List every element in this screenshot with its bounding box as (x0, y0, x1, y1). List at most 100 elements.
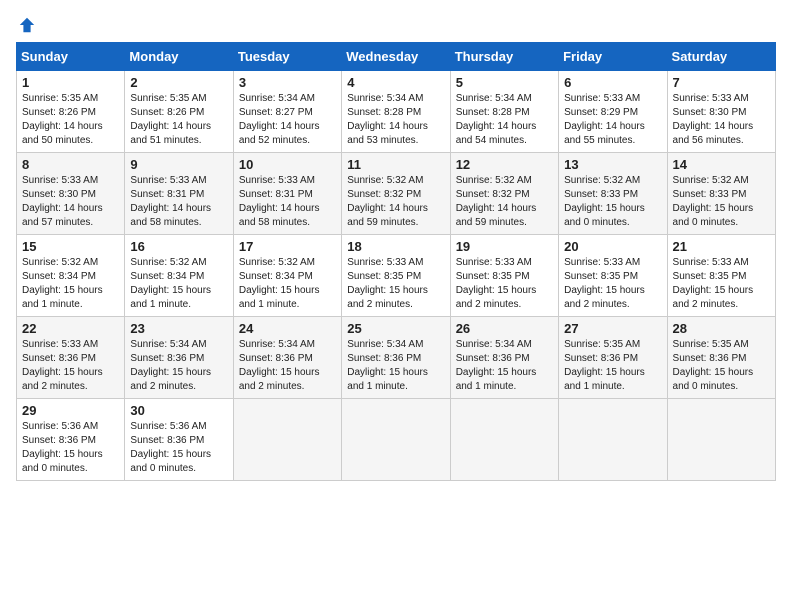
day-number: 28 (673, 321, 770, 336)
day-number: 12 (456, 157, 553, 172)
day-number: 29 (22, 403, 119, 418)
day-number: 11 (347, 157, 444, 172)
day-number: 18 (347, 239, 444, 254)
calendar-day-cell: 9 Sunrise: 5:33 AMSunset: 8:31 PMDaylight… (125, 153, 233, 235)
day-info: Sunrise: 5:34 AMSunset: 8:36 PMDaylight:… (347, 338, 444, 394)
day-number: 1 (22, 75, 119, 90)
logo-icon (18, 16, 36, 34)
day-info: Sunrise: 5:33 AMSunset: 8:35 PMDaylight:… (673, 256, 770, 312)
calendar-week-row: 8 Sunrise: 5:33 AMSunset: 8:30 PMDaylight… (17, 153, 776, 235)
day-number: 3 (239, 75, 336, 90)
calendar-day-cell (233, 399, 341, 481)
calendar-day-cell: 6 Sunrise: 5:33 AMSunset: 8:29 PMDaylight… (559, 71, 667, 153)
calendar-day-cell: 4 Sunrise: 5:34 AMSunset: 8:28 PMDaylight… (342, 71, 450, 153)
day-number: 24 (239, 321, 336, 336)
day-info: Sunrise: 5:32 AMSunset: 8:34 PMDaylight:… (22, 256, 119, 312)
day-number: 15 (22, 239, 119, 254)
calendar-day-cell: 12 Sunrise: 5:32 AMSunset: 8:32 PMDayligh… (450, 153, 558, 235)
calendar-day-cell (559, 399, 667, 481)
calendar-day-cell: 18 Sunrise: 5:33 AMSunset: 8:35 PMDayligh… (342, 235, 450, 317)
calendar-day-cell: 26 Sunrise: 5:34 AMSunset: 8:36 PMDayligh… (450, 317, 558, 399)
calendar-day-cell: 2 Sunrise: 5:35 AMSunset: 8:26 PMDaylight… (125, 71, 233, 153)
day-info: Sunrise: 5:35 AMSunset: 8:26 PMDaylight:… (22, 92, 119, 148)
calendar-day-cell (450, 399, 558, 481)
day-number: 26 (456, 321, 553, 336)
calendar-day-cell: 19 Sunrise: 5:33 AMSunset: 8:35 PMDayligh… (450, 235, 558, 317)
calendar-day-header: Saturday (667, 43, 775, 71)
day-number: 6 (564, 75, 661, 90)
day-number: 20 (564, 239, 661, 254)
calendar-day-cell: 21 Sunrise: 5:33 AMSunset: 8:35 PMDayligh… (667, 235, 775, 317)
day-info: Sunrise: 5:32 AMSunset: 8:32 PMDaylight:… (456, 174, 553, 230)
calendar-day-cell: 24 Sunrise: 5:34 AMSunset: 8:36 PMDayligh… (233, 317, 341, 399)
day-info: Sunrise: 5:34 AMSunset: 8:36 PMDaylight:… (456, 338, 553, 394)
day-info: Sunrise: 5:33 AMSunset: 8:30 PMDaylight:… (22, 174, 119, 230)
day-info: Sunrise: 5:33 AMSunset: 8:30 PMDaylight:… (673, 92, 770, 148)
day-info: Sunrise: 5:34 AMSunset: 8:28 PMDaylight:… (347, 92, 444, 148)
calendar-day-cell: 25 Sunrise: 5:34 AMSunset: 8:36 PMDayligh… (342, 317, 450, 399)
calendar-day-header: Monday (125, 43, 233, 71)
calendar-week-row: 29 Sunrise: 5:36 AMSunset: 8:36 PMDayligh… (17, 399, 776, 481)
calendar-day-header: Wednesday (342, 43, 450, 71)
calendar-day-cell: 30 Sunrise: 5:36 AMSunset: 8:36 PMDayligh… (125, 399, 233, 481)
day-info: Sunrise: 5:33 AMSunset: 8:35 PMDaylight:… (456, 256, 553, 312)
day-number: 14 (673, 157, 770, 172)
day-number: 17 (239, 239, 336, 254)
calendar-day-cell: 20Sunrise: 5:33 AMSunset: 8:35 PMDayligh… (559, 235, 667, 317)
calendar-day-cell: 5 Sunrise: 5:34 AMSunset: 8:28 PMDaylight… (450, 71, 558, 153)
day-number: 2 (130, 75, 227, 90)
calendar-day-cell: 7 Sunrise: 5:33 AMSunset: 8:30 PMDaylight… (667, 71, 775, 153)
day-info: Sunrise: 5:35 AMSunset: 8:36 PMDaylight:… (564, 338, 661, 394)
day-number: 19 (456, 239, 553, 254)
calendar-day-header: Friday (559, 43, 667, 71)
day-number: 8 (22, 157, 119, 172)
day-info: Sunrise: 5:34 AMSunset: 8:28 PMDaylight:… (456, 92, 553, 148)
calendar-day-cell: 11 Sunrise: 5:32 AMSunset: 8:32 PMDayligh… (342, 153, 450, 235)
day-info: Sunrise: 5:35 AMSunset: 8:26 PMDaylight:… (130, 92, 227, 148)
day-number: 5 (456, 75, 553, 90)
day-number: 30 (130, 403, 227, 418)
day-info: Sunrise: 5:33 AMSunset: 8:31 PMDaylight:… (130, 174, 227, 230)
page-header (16, 16, 776, 34)
calendar-day-cell: 15 Sunrise: 5:32 AMSunset: 8:34 PMDayligh… (17, 235, 125, 317)
calendar-day-header: Sunday (17, 43, 125, 71)
day-number: 22 (22, 321, 119, 336)
day-number: 7 (673, 75, 770, 90)
calendar-week-row: 15 Sunrise: 5:32 AMSunset: 8:34 PMDayligh… (17, 235, 776, 317)
calendar-header-row: SundayMondayTuesdayWednesdayThursdayFrid… (17, 43, 776, 71)
day-info: Sunrise: 5:32 AMSunset: 8:32 PMDaylight:… (347, 174, 444, 230)
day-info: Sunrise: 5:34 AMSunset: 8:27 PMDaylight:… (239, 92, 336, 148)
day-info: Sunrise: 5:36 AMSunset: 8:36 PMDaylight:… (22, 420, 119, 476)
calendar-day-cell: 3 Sunrise: 5:34 AMSunset: 8:27 PMDaylight… (233, 71, 341, 153)
day-number: 13 (564, 157, 661, 172)
day-number: 16 (130, 239, 227, 254)
calendar-day-cell: 17Sunrise: 5:32 AMSunset: 8:34 PMDayligh… (233, 235, 341, 317)
calendar-day-cell (342, 399, 450, 481)
calendar-day-cell: 10 Sunrise: 5:33 AMSunset: 8:31 PMDayligh… (233, 153, 341, 235)
calendar-day-cell: 29 Sunrise: 5:36 AMSunset: 8:36 PMDayligh… (17, 399, 125, 481)
calendar-day-cell: 22 Sunrise: 5:33 AMSunset: 8:36 PMDayligh… (17, 317, 125, 399)
calendar-day-cell: 8 Sunrise: 5:33 AMSunset: 8:30 PMDaylight… (17, 153, 125, 235)
day-info: Sunrise: 5:36 AMSunset: 8:36 PMDaylight:… (130, 420, 227, 476)
calendar-table: SundayMondayTuesdayWednesdayThursdayFrid… (16, 42, 776, 481)
day-number: 21 (673, 239, 770, 254)
calendar-day-cell: 27 Sunrise: 5:35 AMSunset: 8:36 PMDayligh… (559, 317, 667, 399)
day-info: Sunrise: 5:33 AMSunset: 8:36 PMDaylight:… (22, 338, 119, 394)
logo (16, 16, 36, 34)
day-info: Sunrise: 5:33 AMSunset: 8:35 PMDaylight:… (347, 256, 444, 312)
calendar-week-row: 1 Sunrise: 5:35 AMSunset: 8:26 PMDaylight… (17, 71, 776, 153)
day-number: 9 (130, 157, 227, 172)
day-info: Sunrise: 5:33 AMSunset: 8:29 PMDaylight:… (564, 92, 661, 148)
day-info: Sunrise: 5:32 AMSunset: 8:33 PMDaylight:… (564, 174, 661, 230)
calendar-day-cell: 16Sunrise: 5:32 AMSunset: 8:34 PMDayligh… (125, 235, 233, 317)
day-number: 4 (347, 75, 444, 90)
calendar-day-cell: 13 Sunrise: 5:32 AMSunset: 8:33 PMDayligh… (559, 153, 667, 235)
day-number: 25 (347, 321, 444, 336)
calendar-day-header: Thursday (450, 43, 558, 71)
calendar-day-cell: 28Sunrise: 5:35 AMSunset: 8:36 PMDayligh… (667, 317, 775, 399)
calendar-day-cell: 14Sunrise: 5:32 AMSunset: 8:33 PMDayligh… (667, 153, 775, 235)
day-number: 10 (239, 157, 336, 172)
day-info: Sunrise: 5:34 AMSunset: 8:36 PMDaylight:… (239, 338, 336, 394)
day-number: 27 (564, 321, 661, 336)
day-info: Sunrise: 5:33 AMSunset: 8:31 PMDaylight:… (239, 174, 336, 230)
